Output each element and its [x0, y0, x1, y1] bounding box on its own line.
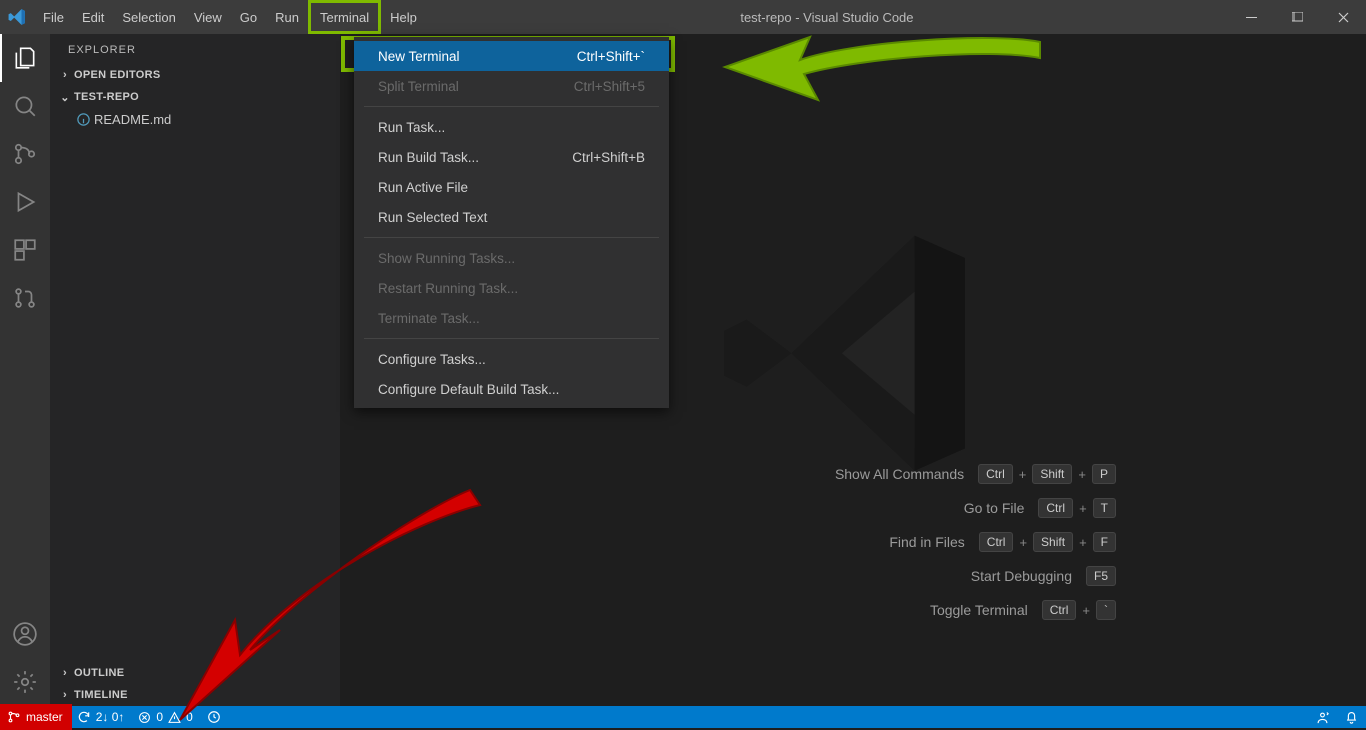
menu-configure-tasks[interactable]: Configure Tasks... — [354, 344, 669, 374]
title-bar: File Edit Selection View Go Run Terminal… — [0, 0, 1366, 34]
menu-terminate-task[interactable]: Terminate Task... — [354, 303, 669, 333]
menu-restart-running-task[interactable]: Restart Running Task... — [354, 273, 669, 303]
welcome-shortcuts: Show All Commands Ctrl+ Shift+ P Go to F… — [835, 464, 1116, 620]
menu-edit[interactable]: Edit — [73, 0, 113, 34]
shortcut-toggle-terminal: Toggle Terminal Ctrl+ ` — [835, 600, 1116, 620]
menu-show-running-tasks[interactable]: Show Running Tasks... — [354, 243, 669, 273]
chevron-down-icon: ⌄ — [58, 91, 72, 104]
menu-separator — [364, 106, 659, 107]
timeline-section[interactable]: › TIMELINE — [50, 684, 340, 706]
activity-run-debug-icon[interactable] — [0, 178, 50, 226]
shortcut-show-all-commands: Show All Commands Ctrl+ Shift+ P — [835, 464, 1116, 484]
status-feedback-icon[interactable] — [1308, 710, 1337, 725]
window-title: test-repo - Visual Studio Code — [426, 10, 1228, 25]
status-problems[interactable]: 0 0 — [131, 706, 199, 728]
menu-separator — [364, 237, 659, 238]
status-sync[interactable]: 2↓ 0↑ — [70, 706, 132, 728]
close-button[interactable] — [1320, 0, 1366, 34]
outline-section[interactable]: › OUTLINE — [50, 662, 340, 684]
menu-run[interactable]: Run — [266, 0, 308, 34]
menu-help[interactable]: Help — [381, 0, 426, 34]
menu-split-terminal[interactable]: Split Terminal Ctrl+Shift+5 — [354, 71, 669, 101]
menu-selection[interactable]: Selection — [113, 0, 184, 34]
terminal-dropdown-menu: New Terminal Ctrl+Shift+` Split Terminal… — [354, 37, 669, 408]
open-editors-section[interactable]: › OPEN EDITORS — [50, 64, 340, 86]
vscode-watermark-icon — [713, 213, 993, 493]
menu-new-terminal[interactable]: New Terminal Ctrl+Shift+` — [354, 41, 669, 71]
chevron-right-icon: › — [58, 689, 72, 701]
activity-search-icon[interactable] — [0, 82, 50, 130]
menu-bar: File Edit Selection View Go Run Terminal… — [34, 0, 426, 34]
menu-separator — [364, 338, 659, 339]
folder-section[interactable]: ⌄ TEST-REPO — [50, 86, 340, 108]
status-bell-icon[interactable] — [1337, 710, 1366, 725]
shortcut-find-in-files: Find in Files Ctrl+ Shift+ F — [835, 532, 1116, 552]
menu-run-active-file[interactable]: Run Active File — [354, 172, 669, 202]
maximize-button[interactable] — [1274, 0, 1320, 34]
file-label: README.md — [94, 112, 171, 127]
activity-source-control-icon[interactable] — [0, 130, 50, 178]
activity-extensions-icon[interactable] — [0, 226, 50, 274]
vscode-logo-icon — [0, 8, 34, 26]
chevron-right-icon: › — [58, 69, 72, 81]
menu-go[interactable]: Go — [231, 0, 266, 34]
activity-pull-requests-icon[interactable] — [0, 274, 50, 322]
shortcut-go-to-file: Go to File Ctrl+ T — [835, 498, 1116, 518]
info-file-icon — [76, 112, 94, 127]
file-readme[interactable]: README.md — [50, 108, 340, 130]
menu-configure-default-build-task[interactable]: Configure Default Build Task... — [354, 374, 669, 404]
activity-explorer-icon[interactable] — [0, 34, 50, 82]
menu-run-selected-text[interactable]: Run Selected Text — [354, 202, 669, 232]
menu-view[interactable]: View — [185, 0, 231, 34]
explorer-sidebar: EXPLORER › OPEN EDITORS ⌄ TEST-REPO READ… — [50, 34, 340, 706]
explorer-header: EXPLORER — [50, 34, 340, 64]
chevron-right-icon: › — [58, 667, 72, 679]
menu-terminal[interactable]: Terminal — [308, 0, 381, 34]
window-controls — [1228, 0, 1366, 34]
status-git-branch[interactable]: master — [0, 706, 70, 728]
menu-file[interactable]: File — [34, 0, 73, 34]
status-history-icon[interactable] — [200, 706, 228, 728]
activity-accounts-icon[interactable] — [0, 610, 50, 658]
shortcut-start-debugging: Start Debugging F5 — [835, 566, 1116, 586]
minimize-button[interactable] — [1228, 0, 1274, 34]
status-bar: master 2↓ 0↑ 0 0 — [0, 706, 1366, 728]
activity-settings-icon[interactable] — [0, 658, 50, 706]
menu-run-task[interactable]: Run Task... — [354, 112, 669, 142]
menu-run-build-task[interactable]: Run Build Task... Ctrl+Shift+B — [354, 142, 669, 172]
activity-bar — [0, 34, 50, 706]
